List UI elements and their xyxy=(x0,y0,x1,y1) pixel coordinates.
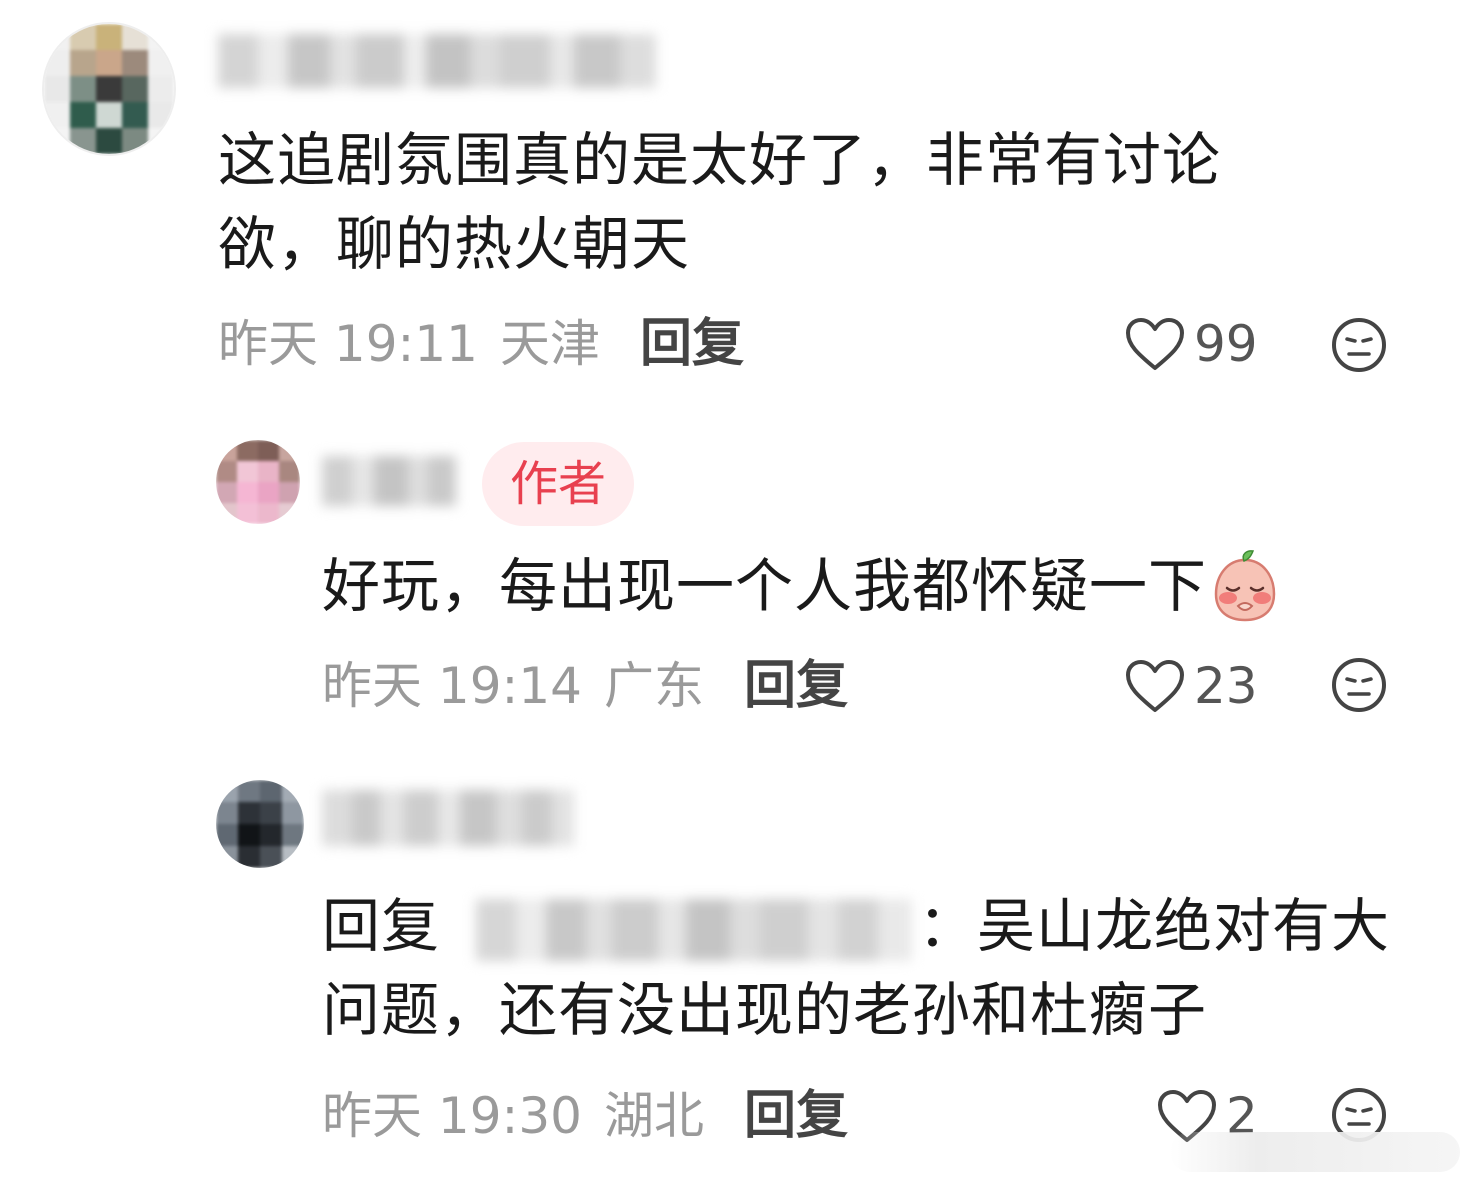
like-count: 99 xyxy=(1194,315,1258,373)
comment-text: 好玩，每出现一个人我都怀疑一下 xyxy=(322,544,1279,628)
comment-time: 昨天 19:11 xyxy=(218,315,478,373)
mentioned-user-blurred[interactable] xyxy=(476,898,913,961)
reply-button[interactable]: 回复 xyxy=(744,1086,848,1146)
heart-icon xyxy=(1126,660,1184,712)
like-count: 23 xyxy=(1194,657,1258,715)
reply-prefix: 回复 xyxy=(322,892,441,960)
comment-location: 广东 xyxy=(604,657,704,715)
meh-face-icon[interactable] xyxy=(1330,316,1388,374)
comment-time: 昨天 19:14 xyxy=(322,657,582,715)
comment-text: 回复 ：吴山龙绝对有大问题，还有没出现的老孙和杜瘸子 xyxy=(322,884,1422,1052)
comment-meta: 昨天 19:14 广东 回复 xyxy=(322,656,848,716)
comment-location: 湖北 xyxy=(604,1087,704,1145)
heart-icon xyxy=(1126,318,1184,370)
reply-button[interactable]: 回复 xyxy=(744,656,848,716)
reply-separator: ： xyxy=(918,892,978,960)
author-badge: 作者 xyxy=(482,442,635,526)
peach-shy-emoji-icon xyxy=(1214,550,1276,622)
comment-text: 这追剧氛围真的是太好了，非常有讨论欲，聊的热火朝天 xyxy=(218,126,1222,278)
meh-face-icon[interactable] xyxy=(1330,656,1388,714)
like-button[interactable]: 23 xyxy=(1124,656,1258,716)
avatar[interactable] xyxy=(216,440,300,524)
comment-meta: 昨天 19:30 湖北 回复 xyxy=(322,1086,848,1146)
avatar[interactable] xyxy=(216,780,304,868)
comment-meta: 昨天 19:11 天津 回复 xyxy=(218,314,744,374)
comment-time: 昨天 19:30 xyxy=(322,1087,582,1145)
reply-button[interactable]: 回复 xyxy=(640,314,744,374)
watermark-fade xyxy=(1170,1132,1460,1172)
avatar[interactable] xyxy=(42,22,176,156)
like-button[interactable]: 99 xyxy=(1124,314,1258,374)
username-blurred[interactable] xyxy=(322,456,456,506)
username-blurred[interactable] xyxy=(218,34,666,88)
comment-text-body: 好玩，每出现一个人我都怀疑一下 xyxy=(322,552,1208,620)
comment-location: 天津 xyxy=(500,315,600,373)
username-blurred[interactable] xyxy=(322,790,574,846)
